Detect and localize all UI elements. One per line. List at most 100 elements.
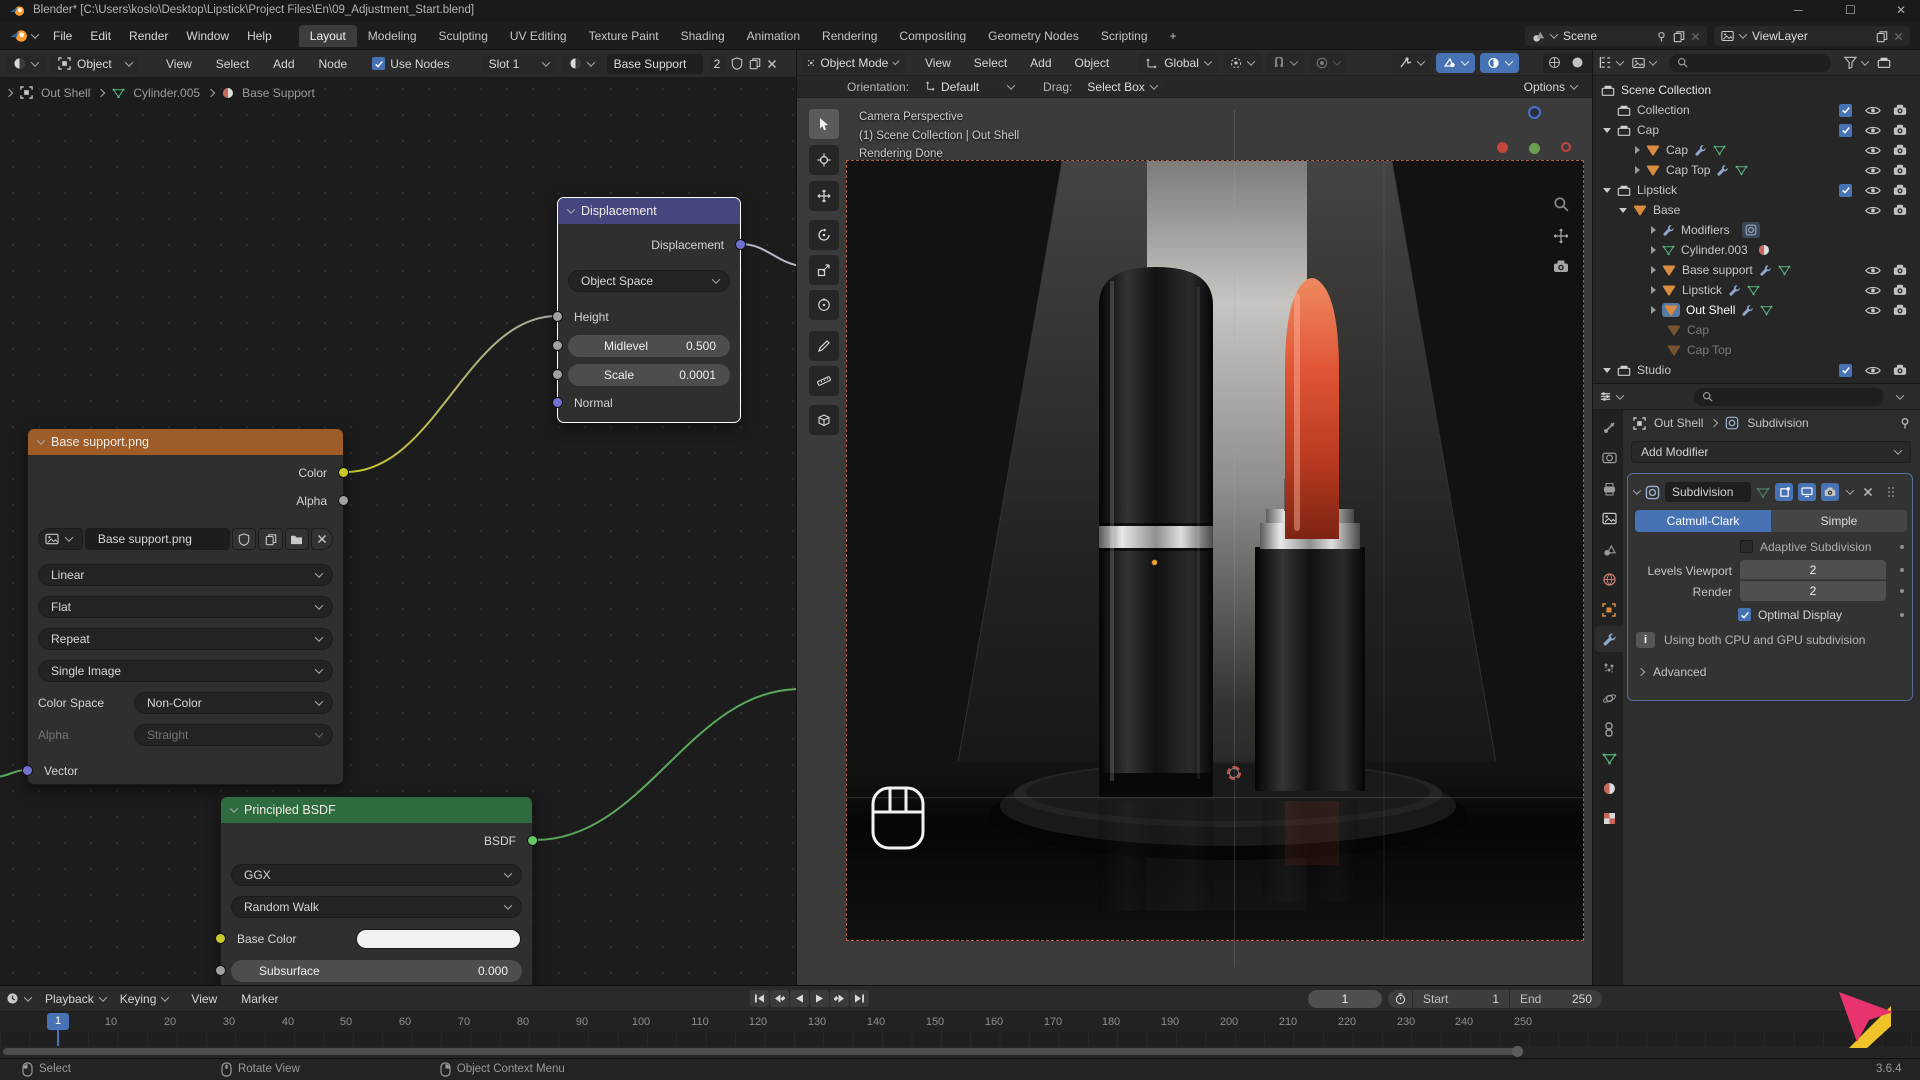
xray-toggle[interactable] xyxy=(1480,53,1519,73)
properties-search[interactable] xyxy=(1694,388,1884,406)
tool-scale[interactable] xyxy=(809,255,839,285)
hide-eye-icon[interactable] xyxy=(1865,185,1881,196)
menu-window[interactable]: Window xyxy=(177,30,238,42)
outliner-row-cap-collection[interactable]: Cap xyxy=(1593,120,1920,140)
display-editmode-toggle[interactable] xyxy=(1775,483,1793,501)
modifier-name-field[interactable]: Subdivision xyxy=(1665,482,1751,502)
tab-tool[interactable] xyxy=(1595,414,1623,440)
minimize-button[interactable]: ─ xyxy=(1794,4,1803,16)
workspace-tab-geometry-nodes[interactable]: Geometry Nodes xyxy=(977,25,1090,47)
render-levels-field[interactable]: 2 xyxy=(1740,581,1886,601)
render-camera-icon[interactable] xyxy=(1893,364,1907,376)
editor-type-chevron-icon[interactable] xyxy=(24,993,32,1001)
timeline-track-area[interactable] xyxy=(0,1032,1920,1046)
drag-mode-dropdown[interactable]: Select Box xyxy=(1080,78,1163,95)
outliner-row-cap-top-linked[interactable]: Cap Top xyxy=(1593,340,1920,360)
hide-eye-icon[interactable] xyxy=(1865,365,1881,376)
jump-to-start-button[interactable] xyxy=(750,990,769,1007)
outliner-editor-icon[interactable] xyxy=(1599,56,1612,69)
workspace-tab-sculpting[interactable]: Sculpting xyxy=(428,25,499,47)
edit-mode-display-icon[interactable] xyxy=(1756,486,1770,499)
overlays-toggle[interactable] xyxy=(1436,53,1475,73)
socket-scale-in[interactable] xyxy=(552,369,563,380)
advanced-section-toggle[interactable]: Advanced xyxy=(1638,666,1706,678)
maximize-button[interactable]: ☐ xyxy=(1845,4,1856,16)
outliner-row-scene-collection[interactable]: Scene Collection xyxy=(1593,80,1920,100)
properties-editor-icon[interactable] xyxy=(1599,390,1612,403)
socket-displacement-out[interactable] xyxy=(735,239,746,250)
expand-chevron-icon[interactable] xyxy=(1633,486,1641,494)
adaptive-subdivision-checkbox[interactable] xyxy=(1740,540,1753,553)
hide-eye-icon[interactable] xyxy=(1865,145,1881,156)
pin-icon[interactable] xyxy=(1899,417,1911,429)
workspace-tab-scripting[interactable]: Scripting xyxy=(1090,25,1159,47)
timeline-scrollbar[interactable] xyxy=(3,1048,1519,1055)
render-camera-icon[interactable] xyxy=(1893,164,1907,176)
play-button[interactable] xyxy=(810,990,829,1007)
timeline-menu-view[interactable]: View xyxy=(182,993,226,1005)
workspace-tab-layout[interactable]: Layout xyxy=(299,25,357,47)
properties-options-chevron-icon[interactable] xyxy=(1896,391,1904,399)
outliner-row-cylinder-003[interactable]: Cylinder.003 xyxy=(1593,240,1920,260)
render-camera-icon[interactable] xyxy=(1893,204,1907,216)
display-render-toggle[interactable] xyxy=(1821,483,1839,501)
subdivision-modifier-panel[interactable]: Subdivision Catmull-Clark Simple Adaptiv… xyxy=(1627,473,1913,701)
colorspace-dropdown[interactable]: Non-Color xyxy=(134,692,333,714)
viewlayer-browse-chevron-icon[interactable] xyxy=(1739,30,1747,38)
display-mode-icon[interactable] xyxy=(1632,57,1645,69)
exclude-checkbox[interactable] xyxy=(1839,184,1852,197)
viewlayer-name[interactable]: ViewLayer xyxy=(1752,30,1870,42)
snap-toggle[interactable] xyxy=(1266,53,1304,73)
pin-icon[interactable] xyxy=(1656,31,1667,42)
keying-menu[interactable]: Keying xyxy=(120,993,169,1005)
editor-type-chevron-icon[interactable] xyxy=(1616,391,1624,399)
jump-to-end-button[interactable] xyxy=(850,990,869,1007)
outliner-row-collection[interactable]: Collection xyxy=(1593,100,1920,120)
hide-eye-icon[interactable] xyxy=(1865,305,1881,316)
distribution-dropdown[interactable]: GGX xyxy=(231,864,522,886)
timeline-menu-marker[interactable]: Marker xyxy=(232,993,287,1005)
gizmo-x-axis[interactable] xyxy=(1497,142,1508,153)
node-displacement[interactable]: Displacement Displacement Object Space H… xyxy=(557,197,741,423)
node-principled-bsdf[interactable]: Principled BSDF BSDF GGX Random Walk Bas… xyxy=(220,796,533,985)
hide-eye-icon[interactable] xyxy=(1865,205,1881,216)
render-camera-icon[interactable] xyxy=(1893,184,1907,196)
unlink-scene-icon[interactable] xyxy=(1691,32,1700,41)
breadcrumb-modifier[interactable]: Subdivision xyxy=(1747,417,1808,429)
hide-eye-icon[interactable] xyxy=(1865,125,1881,136)
socket-subsurface-in[interactable] xyxy=(215,965,226,976)
nav-gizmo[interactable] xyxy=(1491,102,1577,162)
viewport-menu-add[interactable]: Add xyxy=(1021,57,1060,69)
new-viewlayer-icon[interactable] xyxy=(1876,30,1888,43)
optimal-animate-dot[interactable] xyxy=(1900,613,1904,617)
tool-annotate[interactable] xyxy=(809,331,839,361)
remove-viewlayer-icon[interactable] xyxy=(1894,32,1903,41)
adaptive-animate-dot[interactable] xyxy=(1900,545,1904,549)
alpha-mode-dropdown[interactable]: Straight xyxy=(134,724,333,746)
extension-dropdown[interactable]: Repeat xyxy=(38,628,333,650)
fake-user-button[interactable] xyxy=(232,528,256,550)
levels-animate-dot[interactable] xyxy=(1900,568,1904,572)
subsurface-slider[interactable]: Subsurface0.000 xyxy=(231,960,522,982)
exclude-checkbox[interactable] xyxy=(1839,364,1852,377)
new-scene-icon[interactable] xyxy=(1673,30,1685,43)
tool-transform[interactable] xyxy=(809,290,839,320)
display-mode-chevron-icon[interactable] xyxy=(1649,57,1657,65)
tab-texture[interactable] xyxy=(1595,805,1623,831)
collapse-chevron-icon[interactable] xyxy=(37,436,45,444)
use-preview-range-button[interactable] xyxy=(1388,990,1412,1008)
current-frame-indicator[interactable]: 1 xyxy=(47,1013,69,1030)
hide-eye-icon[interactable] xyxy=(1865,165,1881,176)
outliner-search[interactable] xyxy=(1669,54,1831,72)
outliner-row-lipstick-collection[interactable]: Lipstick xyxy=(1593,180,1920,200)
tab-render[interactable] xyxy=(1595,444,1623,470)
tool-cursor[interactable] xyxy=(809,145,839,175)
scene-selector[interactable]: Scene xyxy=(1525,26,1707,46)
expand-icon[interactable] xyxy=(1635,166,1640,174)
render-camera-icon[interactable] xyxy=(1893,284,1907,296)
workspace-tab-modeling[interactable]: Modeling xyxy=(357,25,428,47)
menu-help[interactable]: Help xyxy=(238,30,281,42)
render-camera-icon[interactable] xyxy=(1893,104,1907,116)
socket-midlevel-in[interactable] xyxy=(552,340,563,351)
pan-icon[interactable] xyxy=(1553,228,1569,246)
